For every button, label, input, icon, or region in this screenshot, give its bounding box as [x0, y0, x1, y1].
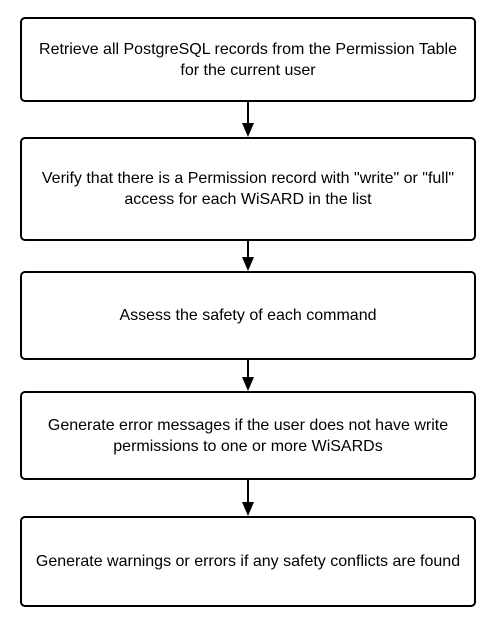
- step-text: Generate error messages if the user does…: [47, 416, 449, 455]
- step-generate-warnings: Generate warnings or errors if any safet…: [20, 516, 476, 607]
- step-assess-safety: Assess the safety of each command: [20, 271, 476, 360]
- arrow-down-icon: [242, 480, 254, 516]
- step-text: Retrieve all PostgreSQL records from the…: [39, 40, 457, 79]
- arrow-down-icon: [242, 102, 254, 137]
- step-text: Verify that there is a Permission record…: [41, 170, 455, 208]
- arrow-down-icon: [242, 360, 254, 391]
- step-text: Generate warnings or errors if any safet…: [35, 553, 461, 570]
- step-verify-write-access: Verify that there is a Permission record…: [20, 137, 476, 241]
- step-text: Assess the safety of each command: [119, 307, 377, 324]
- step-generate-error-messages: Generate error messages if the user does…: [20, 391, 476, 480]
- step-retrieve-permissions: Retrieve all PostgreSQL records from the…: [20, 17, 476, 102]
- arrow-down-icon: [242, 241, 254, 271]
